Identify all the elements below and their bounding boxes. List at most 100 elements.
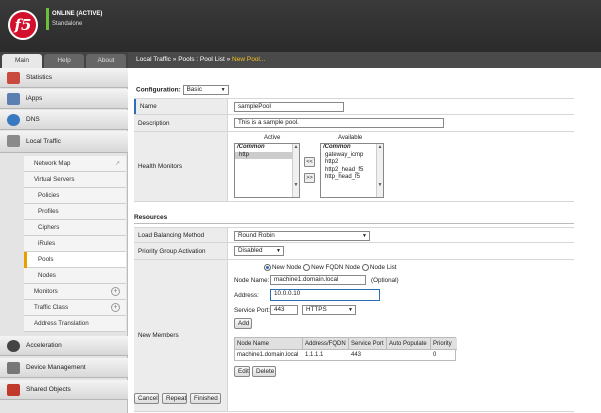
priority-group-cell: Disabled ▼ — [234, 243, 574, 259]
sidebar-section-label: Device Management — [26, 364, 86, 371]
sidebar-item-ciphers[interactable]: Ciphers — [24, 220, 126, 236]
device-management-icon — [7, 362, 20, 374]
breadcrumb-current: New Pool... — [232, 56, 266, 63]
active-label: Active — [264, 135, 281, 141]
f5-logo[interactable]: f5 — [8, 10, 38, 40]
chevron-down-icon: ▼ — [348, 307, 353, 313]
scrollbar[interactable]: ▲ ▼ — [376, 144, 383, 197]
member-address[interactable]: 1.1.1.1 — [303, 350, 349, 361]
sidebar-section-shared-objects[interactable]: Shared Objects — [0, 380, 128, 400]
service-port-input[interactable]: 443 — [270, 305, 298, 315]
external-arrow-icon: ↗ — [114, 161, 120, 167]
configuration-row: Configuration: Basic ▼ — [136, 85, 229, 95]
resources-section-title: Resources — [134, 214, 574, 224]
sidebar-item-nodes[interactable]: Nodes — [24, 268, 126, 284]
delete-member-button[interactable]: Delete — [252, 366, 276, 377]
sidebar-item-monitors[interactable]: Monitors + — [24, 284, 126, 300]
col-header-auto-populate: Auto Populate — [387, 338, 431, 350]
description-input[interactable]: This is a sample pool. — [234, 118, 444, 128]
breadcrumb: Local Traffic » Pools : Pool List » New … — [128, 52, 601, 68]
tab-help[interactable]: Help — [44, 54, 84, 68]
sidebar-item-traffic-class[interactable]: Traffic Class + — [24, 300, 126, 316]
sidebar-section-statistics[interactable]: Statistics — [0, 68, 128, 88]
node-name-input[interactable]: machine1.domain.local — [270, 275, 366, 285]
sidebar-section-label: Statistics — [26, 74, 53, 81]
sidebar-section-local-traffic[interactable]: Local Traffic — [0, 131, 128, 153]
active-monitor-item[interactable]: http — [235, 151, 299, 159]
cancel-button[interactable]: Cancel — [134, 393, 159, 404]
sidebar-item-address-translation[interactable]: Address Translation — [24, 316, 126, 332]
sidebar-item-label: Pools — [38, 256, 54, 263]
sidebar-section-label: iApps — [26, 95, 43, 102]
sidebar-item-virtual-servers[interactable]: Virtual Servers — [24, 172, 126, 188]
radio-new-node[interactable] — [264, 264, 271, 271]
lb-method-select[interactable]: Round Robin ▼ — [234, 231, 370, 241]
available-monitors-list[interactable]: /Common gateway_icmp http2 http2_head_f5… — [320, 143, 384, 198]
sidebar-item-irules[interactable]: iRules — [24, 236, 126, 252]
priority-group-label: Priority Group Activation — [134, 243, 228, 259]
priority-group-select[interactable]: Disabled ▼ — [234, 246, 284, 256]
breadcrumb-pool-list[interactable]: Pools : Pool List — [178, 56, 225, 63]
add-circle-icon[interactable]: + — [111, 303, 120, 312]
sidebar-section-device-management[interactable]: Device Management — [0, 358, 128, 378]
mode-label: Standalone — [52, 21, 83, 27]
member-node-name[interactable]: machine1.domain.local — [235, 350, 303, 361]
service-port-select[interactable]: HTTPS ▼ — [302, 305, 356, 315]
member-priority[interactable]: 0 — [431, 350, 457, 361]
move-right-button[interactable]: >> — [304, 173, 315, 183]
add-member-button[interactable]: Add — [234, 318, 252, 329]
finished-button[interactable]: Finished — [190, 393, 221, 404]
available-group-header: /Common — [323, 144, 351, 150]
sidebar-section-iapps[interactable]: iApps — [0, 89, 128, 109]
sidebar-item-profiles[interactable]: Profiles — [24, 204, 126, 220]
main-content: Configuration: Basic ▼ Name samplePool D… — [128, 68, 601, 413]
breadcrumb-separator: » — [172, 56, 177, 63]
sidebar-item-label: Address Translation — [34, 320, 89, 327]
available-monitor-item[interactable]: http2_head_f5 — [321, 167, 383, 175]
member-auto-populate[interactable] — [387, 350, 431, 361]
tab-main[interactable]: Main — [2, 54, 42, 68]
health-monitors-label: Health Monitors — [134, 132, 228, 201]
health-monitors-cell: Active /Common http ▲ ▼ << >> Available /… — [234, 132, 574, 201]
radio-node-list[interactable] — [361, 264, 369, 271]
sidebar-item-pools[interactable]: Pools — [24, 252, 126, 268]
sidebar-section-dns[interactable]: DNS — [0, 110, 128, 130]
col-header-priority: Priority — [431, 338, 457, 350]
priority-group-row: Priority Group Activation Disabled ▼ — [134, 243, 574, 260]
sidebar-item-network-map[interactable]: Network Map ↗ — [24, 156, 126, 172]
move-left-button[interactable]: << — [304, 157, 315, 167]
active-monitors-list[interactable]: /Common http ▲ ▼ — [234, 143, 300, 198]
breadcrumb-separator: » — [226, 56, 231, 63]
member-service-port[interactable]: 443 — [349, 350, 387, 361]
available-label: Available — [338, 135, 363, 141]
chevron-down-icon: ▼ — [276, 248, 281, 254]
status-label: ONLINE (ACTIVE) — [52, 11, 103, 17]
available-monitor-item[interactable]: gateway_icmp — [321, 152, 383, 160]
col-header-service-port: Service Port — [349, 338, 387, 350]
add-circle-icon[interactable]: + — [111, 287, 120, 296]
members-table: Node Name Address/FQDN Service Port Auto… — [234, 337, 457, 361]
sidebar-section-label: DNS — [26, 116, 40, 123]
edit-member-button[interactable]: Edit — [234, 366, 250, 377]
available-monitor-item[interactable]: http_head_f5 — [321, 174, 383, 182]
scrollbar[interactable]: ▲ ▼ — [292, 144, 299, 197]
node-name-label: Node Name: — [234, 277, 270, 284]
tab-about[interactable]: About — [86, 54, 126, 68]
lb-method-cell: Round Robin ▼ — [234, 228, 574, 242]
repeat-button[interactable]: Repeat — [162, 393, 187, 404]
available-monitor-item[interactable]: http2 — [321, 159, 383, 167]
sidebar-item-label: Nodes — [38, 272, 56, 279]
configuration-label: Configuration: — [136, 86, 181, 94]
address-input[interactable]: 10.0.0.10 — [270, 289, 380, 301]
local-traffic-icon — [7, 135, 20, 147]
radio-new-fqdn-node[interactable] — [303, 264, 311, 271]
sidebar-section-acceleration[interactable]: Acceleration — [0, 336, 128, 356]
name-input[interactable]: samplePool — [234, 102, 344, 112]
configuration-select[interactable]: Basic ▼ — [182, 85, 229, 95]
chevron-down-icon: ▼ — [362, 233, 367, 239]
dns-icon — [7, 114, 20, 126]
sidebar-item-policies[interactable]: Policies — [24, 188, 126, 204]
new-members-cell: New Node New FQDN Node Node List Node Na… — [234, 260, 574, 411]
sidebar-item-label: Traffic Class — [34, 304, 69, 311]
breadcrumb-local-traffic[interactable]: Local Traffic — [136, 56, 171, 63]
